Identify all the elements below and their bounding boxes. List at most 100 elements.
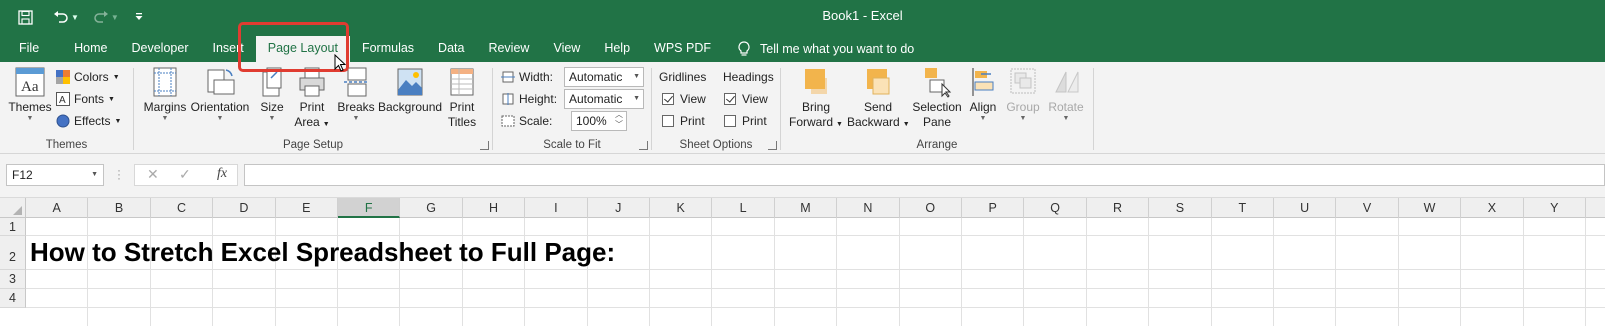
- column-header-a[interactable]: A: [26, 198, 89, 218]
- breaks-icon: [344, 67, 368, 97]
- themes-icon: Aa: [15, 67, 45, 97]
- column-header-y[interactable]: Y: [1524, 198, 1586, 218]
- height-icon: [502, 93, 514, 105]
- column-header-l[interactable]: L: [712, 198, 775, 218]
- scale-label-wrap: Scale:: [501, 111, 552, 131]
- themes-group-label: Themes: [45, 139, 88, 151]
- background-button[interactable]: Background: [378, 66, 442, 115]
- breaks-button[interactable]: Breaks ▼: [336, 66, 376, 123]
- margins-button[interactable]: Margins ▼: [142, 66, 188, 123]
- chevron-down-icon: ▼: [1019, 115, 1027, 122]
- width-icon: [501, 71, 515, 83]
- column-header-t[interactable]: T: [1212, 198, 1274, 218]
- gridlines-print-checkbox[interactable]: Print: [662, 111, 705, 131]
- column-header-q[interactable]: Q: [1024, 198, 1087, 218]
- size-button[interactable]: Size ▼: [256, 66, 288, 123]
- colors-button[interactable]: Colors ▼: [56, 67, 120, 87]
- arrange-group-label: Arrange: [916, 139, 958, 151]
- column-header-m[interactable]: M: [775, 198, 838, 218]
- headings-view-checkbox[interactable]: View: [724, 89, 768, 109]
- row-header-4[interactable]: 4: [0, 289, 26, 308]
- effects-button[interactable]: Effects ▼: [56, 111, 121, 131]
- align-icon: [972, 68, 994, 96]
- column-header-c[interactable]: C: [151, 198, 214, 218]
- rotate-button[interactable]: Rotate ▼: [1045, 66, 1087, 123]
- name-box[interactable]: F12 ▼: [6, 164, 104, 186]
- tab-developer[interactable]: Developer: [120, 36, 201, 62]
- column-header-s[interactable]: S: [1149, 198, 1212, 218]
- send-backward-icon: [867, 69, 890, 95]
- page-setup-group: Margins ▼ Orientation ▼ Size ▼ Print Area…: [134, 62, 492, 154]
- row-header-1[interactable]: 1: [0, 218, 26, 236]
- send-backward-button[interactable]: Send Backward ▼: [847, 66, 910, 132]
- column-header-d[interactable]: D: [213, 198, 276, 218]
- tab-insert[interactable]: Insert: [200, 36, 255, 62]
- column-header-u[interactable]: U: [1274, 198, 1337, 218]
- checkbox-checked-icon: [724, 93, 736, 105]
- margins-icon: [153, 67, 177, 97]
- select-all-button[interactable]: [0, 198, 26, 218]
- themes-button[interactable]: Aa Themes ▼: [8, 66, 52, 123]
- gridlines-view-checkbox[interactable]: View: [662, 89, 706, 109]
- headings-print-checkbox[interactable]: Print: [724, 111, 767, 131]
- worksheet-grid[interactable]: ABCDEFGHIJKLMNOPQRSTUVWXY How to Stretch…: [0, 198, 1605, 326]
- column-header-g[interactable]: G: [400, 198, 463, 218]
- insert-function-icon[interactable]: fx: [217, 166, 227, 182]
- width-label-wrap: Width:: [501, 67, 553, 87]
- formula-bar: F12 ▼ · · · ✕ ✓ fx: [0, 154, 1605, 198]
- tab-wps-pdf[interactable]: WPS PDF: [642, 36, 723, 62]
- formula-input[interactable]: [244, 164, 1605, 186]
- tab-file[interactable]: File: [0, 36, 62, 62]
- cancel-icon[interactable]: ✕: [147, 166, 159, 183]
- print-area-button[interactable]: Print Area ▼: [292, 66, 332, 132]
- tab-help[interactable]: Help: [592, 36, 642, 62]
- cell-a2-text[interactable]: How to Stretch Excel Spreadsheet to Full…: [30, 236, 615, 268]
- column-header-j[interactable]: J: [588, 198, 650, 218]
- column-header-w[interactable]: W: [1399, 198, 1462, 218]
- selection-pane-icon: [925, 68, 952, 98]
- row-gridline: [26, 288, 1605, 289]
- stepper-arrows-icon[interactable]: ︿ ﹀: [615, 110, 623, 130]
- sheet-options-group: Gridlines Headings View Print View Print…: [652, 62, 780, 154]
- scale-stepper[interactable]: 100% ︿ ﹀: [571, 110, 627, 131]
- tab-formulas[interactable]: Formulas: [350, 36, 426, 62]
- column-header-v[interactable]: V: [1336, 198, 1399, 218]
- tab-view[interactable]: View: [541, 36, 592, 62]
- row-gridline: [26, 269, 1605, 270]
- selection-pane-button[interactable]: Selection Pane: [909, 66, 965, 130]
- column-header-x[interactable]: X: [1461, 198, 1524, 218]
- column-header-p[interactable]: P: [962, 198, 1025, 218]
- column-header-f[interactable]: F: [338, 198, 401, 218]
- bring-forward-button[interactable]: Bring Forward ▼: [789, 66, 843, 132]
- print-titles-button[interactable]: Print Titles: [442, 66, 482, 130]
- resize-handle-icon[interactable]: · · ·: [117, 164, 121, 184]
- tab-data[interactable]: Data: [426, 36, 476, 62]
- enter-icon[interactable]: ✓: [179, 166, 191, 183]
- height-select[interactable]: Automatic ▼: [564, 89, 644, 109]
- row-header-2[interactable]: 2: [0, 236, 26, 270]
- formula-buttons: ✕ ✓ fx: [134, 164, 238, 186]
- sheet-options-launcher-icon[interactable]: [768, 141, 777, 150]
- scale-to-fit-launcher-icon[interactable]: [639, 141, 648, 150]
- row-header-3[interactable]: 3: [0, 270, 26, 289]
- fonts-button[interactable]: A Fonts ▼: [56, 89, 115, 109]
- tell-me-box[interactable]: Tell me what you want to do: [723, 36, 926, 62]
- fonts-icon: A: [56, 92, 70, 106]
- tab-home[interactable]: Home: [62, 36, 119, 62]
- column-header-k[interactable]: K: [650, 198, 713, 218]
- column-header-b[interactable]: B: [88, 198, 151, 218]
- column-header-e[interactable]: E: [276, 198, 338, 218]
- column-header-h[interactable]: H: [463, 198, 526, 218]
- group-button[interactable]: Group ▼: [1003, 66, 1043, 123]
- width-select[interactable]: Automatic ▼: [564, 67, 644, 87]
- chevron-down-icon[interactable]: ▼: [91, 165, 98, 185]
- tab-review[interactable]: Review: [476, 36, 541, 62]
- svg-text:Aa: Aa: [21, 79, 39, 95]
- align-button[interactable]: Align ▼: [965, 66, 1001, 123]
- orientation-button[interactable]: Orientation ▼: [188, 66, 252, 123]
- column-header-n[interactable]: N: [837, 198, 900, 218]
- column-header-o[interactable]: O: [900, 198, 962, 218]
- column-header-r[interactable]: R: [1087, 198, 1150, 218]
- column-header-i[interactable]: I: [525, 198, 588, 218]
- page-setup-launcher-icon[interactable]: [480, 141, 489, 150]
